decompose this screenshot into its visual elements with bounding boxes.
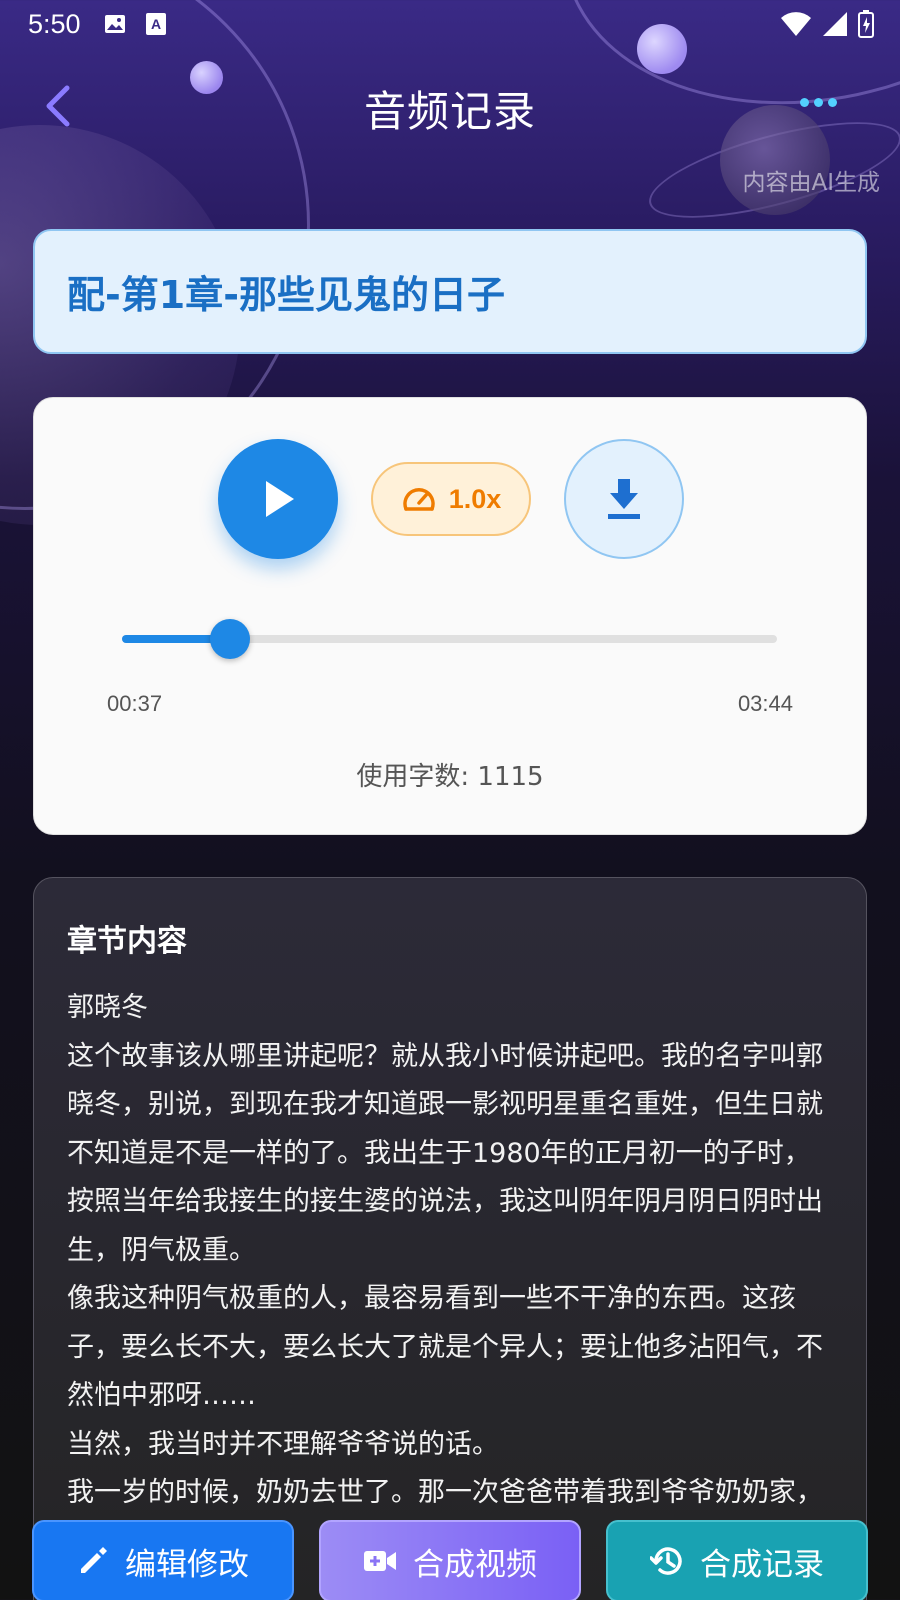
battery-icon: [858, 10, 874, 45]
page-title: 音频记录: [363, 87, 536, 136]
signal-icon: [822, 11, 848, 44]
content-paragraph: 我一岁的时候，奶奶去世了。那一次爸爸带着我到爷爷奶奶家，: [67, 1477, 823, 1508]
speedometer-icon: [402, 488, 435, 511]
image-icon: [103, 12, 129, 36]
total-time: 03:44: [737, 691, 793, 716]
audio-player-card: 1.0x 00:37 03:44 使用字数: 1115: [33, 397, 867, 835]
wifi-icon: [780, 11, 812, 44]
word-count: 使用字数: 1115: [356, 762, 544, 792]
status-time: 5:50: [28, 8, 81, 39]
play-button[interactable]: [218, 439, 338, 559]
content-paragraph: 当然，我当时并不理解爷爷说的话。: [67, 1428, 499, 1460]
speed-label: 1.0x: [448, 483, 502, 514]
header: 音频记录 内容由AI生成: [0, 60, 900, 196]
current-time: 00:37: [107, 691, 163, 716]
content-body: 郭晓冬 这个故事该从哪里讲起呢？就从我小时候讲起吧。我的名字叫郭晓冬，别说，到现…: [67, 984, 834, 1518]
more-options-button[interactable]: [800, 90, 848, 114]
content-paragraph: 这个故事该从哪里讲起呢？就从我小时候讲起吧。我的名字叫郭晓冬，别说，到现在我才知…: [67, 1040, 823, 1266]
svg-text:A: A: [151, 16, 161, 32]
compose-video-label: 合成视频: [413, 1546, 537, 1583]
progress-slider[interactable]: [122, 619, 777, 659]
content-heading: 章节内容: [67, 924, 187, 959]
chapter-title: 配-第1章-那些见鬼的日子: [67, 273, 505, 317]
content-paragraph: 像我这种阴气极重的人，最容易看到一些不干净的东西。这孩子，要么长不大，要么长大了…: [67, 1283, 823, 1411]
chapter-content-card: 章节内容 郭晓冬 这个故事该从哪里讲起呢？就从我小时候讲起吧。我的名字叫郭晓冬，…: [33, 877, 867, 1600]
edit-button-label: 编辑修改: [125, 1546, 249, 1583]
status-bar: 5:50 A: [0, 0, 900, 48]
compose-history-button[interactable]: 合成记录: [606, 1520, 868, 1600]
download-button[interactable]: [564, 439, 684, 559]
play-icon: [266, 481, 294, 517]
progress-thumb[interactable]: [210, 619, 251, 659]
playback-speed-button[interactable]: 1.0x: [371, 462, 531, 536]
compose-history-label: 合成记录: [700, 1546, 824, 1583]
edit-button[interactable]: 编辑修改: [32, 1520, 294, 1600]
pencil-icon: [81, 1547, 107, 1573]
history-icon: [650, 1547, 682, 1575]
bottom-action-bar: 编辑修改 合成视频 合成记录: [0, 1520, 900, 1600]
status-right-icons: [780, 10, 874, 45]
chapter-title-card: 配-第1章-那些见鬼的日子: [33, 229, 867, 354]
video-add-icon: [364, 1551, 396, 1571]
text-a-icon: A: [145, 12, 171, 36]
ai-generated-note: 内容由AI生成: [742, 170, 880, 196]
download-icon: [608, 479, 640, 519]
content-paragraph: 郭晓冬: [67, 992, 148, 1023]
more-dots-icon: [800, 97, 837, 107]
compose-video-button[interactable]: 合成视频: [319, 1520, 581, 1600]
